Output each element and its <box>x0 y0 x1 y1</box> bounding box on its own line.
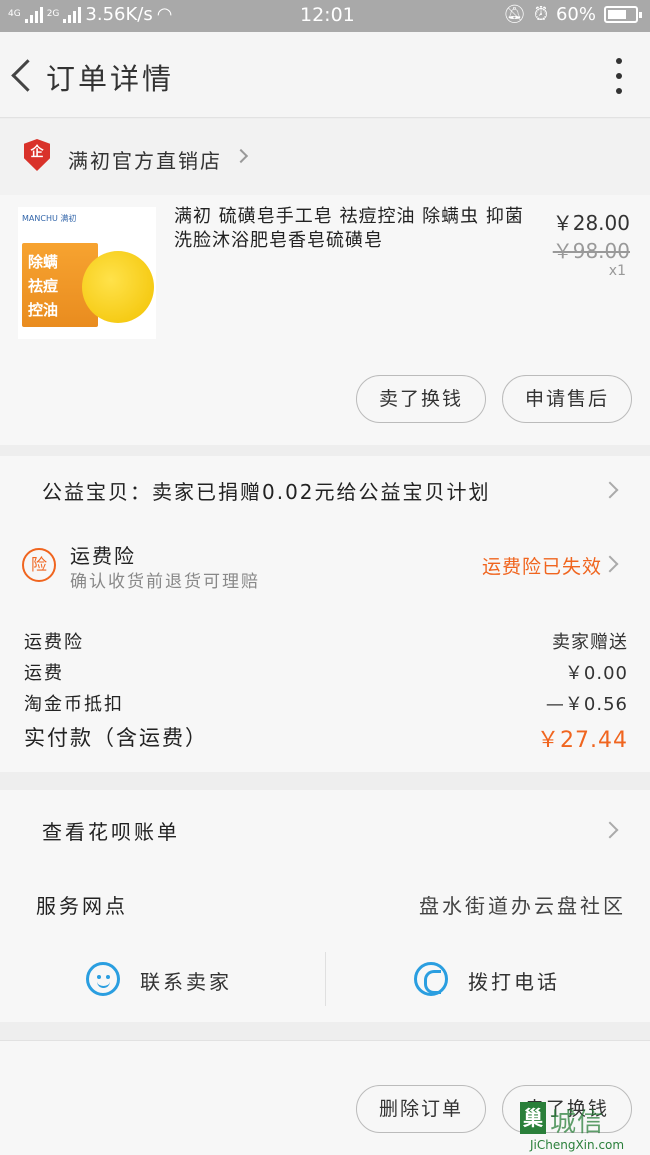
wifi-icon: ◠ <box>156 4 173 25</box>
cost-label: 运费险 <box>24 632 84 653</box>
status-time: 12:01 <box>300 4 355 26</box>
product-image[interactable]: MANCHU 满初 除螨 祛痘 控油 <box>18 207 156 339</box>
page-title: 订单详情 <box>46 62 175 96</box>
cost-value: 卖家赠送 <box>552 632 628 653</box>
package-line: 除螨 <box>28 253 59 271</box>
back-icon[interactable] <box>8 54 38 98</box>
sell-button[interactable]: 卖了换钱 <box>356 375 486 423</box>
insurance-subtitle: 确认收货前退货可理赔 <box>70 572 260 592</box>
signal-2-icon <box>63 6 82 23</box>
contact-seller-button[interactable]: 联系卖家 <box>0 952 325 1006</box>
product-price: ￥28.00 <box>552 211 630 235</box>
signal-1-icon <box>24 6 43 23</box>
package-line: 控油 <box>28 301 59 319</box>
status-right: 🔕︎ ⏰︎ 60% <box>503 4 642 25</box>
bill-link: 查看花呗账单 <box>42 820 180 844</box>
total-label: 实付款（含运费） <box>24 726 208 750</box>
alarm-icon: ⏰︎ <box>533 4 548 25</box>
product-original-price: ￥98.00 <box>552 239 630 263</box>
insurance-title: 运费险 <box>70 544 136 568</box>
cost-value: ￥0.00 <box>564 663 628 684</box>
after-sale-button[interactable]: 申请售后 <box>502 375 632 423</box>
status-bar: 4G 2G 3.56K/s ◠ 12:01 🔕︎ ⏰︎ 60% <box>0 0 650 32</box>
chevron-right-icon <box>601 821 619 839</box>
soap-bar <box>82 251 154 323</box>
signal-1-label: 4G <box>8 9 21 19</box>
cost-value: —￥0.56 <box>545 694 628 715</box>
insurance-icon: 险 <box>22 548 56 582</box>
product-title[interactable]: 满初 硫磺皂手工皂 祛痘控油 除螨虫 抑菌 洗脸沐浴肥皂香皂硫磺皂 <box>174 205 534 253</box>
insurance-status: 运费险已失效 <box>481 556 602 578</box>
watermark-box: 巢 <box>520 1102 546 1134</box>
shop-badge-icon: 企 <box>24 139 50 171</box>
chat-icon <box>86 962 120 996</box>
contact-seller-label: 联系卖家 <box>140 970 232 994</box>
chevron-right-icon <box>233 148 249 164</box>
shop-name[interactable]: 满初官方直销店 <box>68 145 222 174</box>
watermark-text: 城信 <box>550 1108 605 1138</box>
watermark-url: JiChengXin.com <box>530 1138 625 1152</box>
watermark-logo: 巢 城信 JiChengXin.com <box>516 1100 650 1155</box>
service-section: 查看花呗账单 服务网点 盘水街道办云盘社区 联系卖家 拨打电话 <box>0 790 650 1022</box>
net-speed: 3.56K/s <box>85 4 153 25</box>
shop-row[interactable]: 企 满初官方直销店 <box>0 119 650 195</box>
chevron-right-icon <box>601 555 619 573</box>
more-options-icon[interactable] <box>614 58 624 94</box>
product-card: MANCHU 满初 除螨 祛痘 控油 满初 硫磺皂手工皂 祛痘控油 除螨虫 抑菌… <box>0 195 650 445</box>
status-left: 4G 2G 3.56K/s ◠ <box>8 4 172 25</box>
battery-percent: 60% <box>555 4 596 25</box>
product-quantity: x1 <box>608 263 626 279</box>
signal-2-label: 2G <box>46 9 60 19</box>
battery-icon <box>604 6 642 23</box>
nav-bar: 订单详情 <box>0 32 650 118</box>
service-value: 盘水街道办云盘社区 <box>419 894 626 918</box>
chevron-right-icon <box>601 481 619 499</box>
order-info-section: 公益宝贝：卖家已捐赠0.02元给公益宝贝计划 险 运费险 确认收货前退货可理赔 … <box>0 456 650 772</box>
cost-label: 运费 <box>24 663 64 684</box>
phone-icon <box>414 962 448 996</box>
call-phone-label: 拨打电话 <box>468 970 560 994</box>
package-line: 祛痘 <box>28 277 59 295</box>
delete-order-button[interactable]: 删除订单 <box>356 1085 486 1133</box>
call-phone-button[interactable]: 拨打电话 <box>325 952 650 1006</box>
charity-text: 公益宝贝：卖家已捐赠0.02元给公益宝贝计划 <box>42 480 491 504</box>
product-image-brand: MANCHU 满初 <box>22 214 77 223</box>
total-value: ￥27.44 <box>537 728 628 753</box>
cost-label: 淘金币抵扣 <box>24 694 124 715</box>
mute-icon: 🔕︎ <box>503 4 526 25</box>
service-label: 服务网点 <box>36 894 128 918</box>
